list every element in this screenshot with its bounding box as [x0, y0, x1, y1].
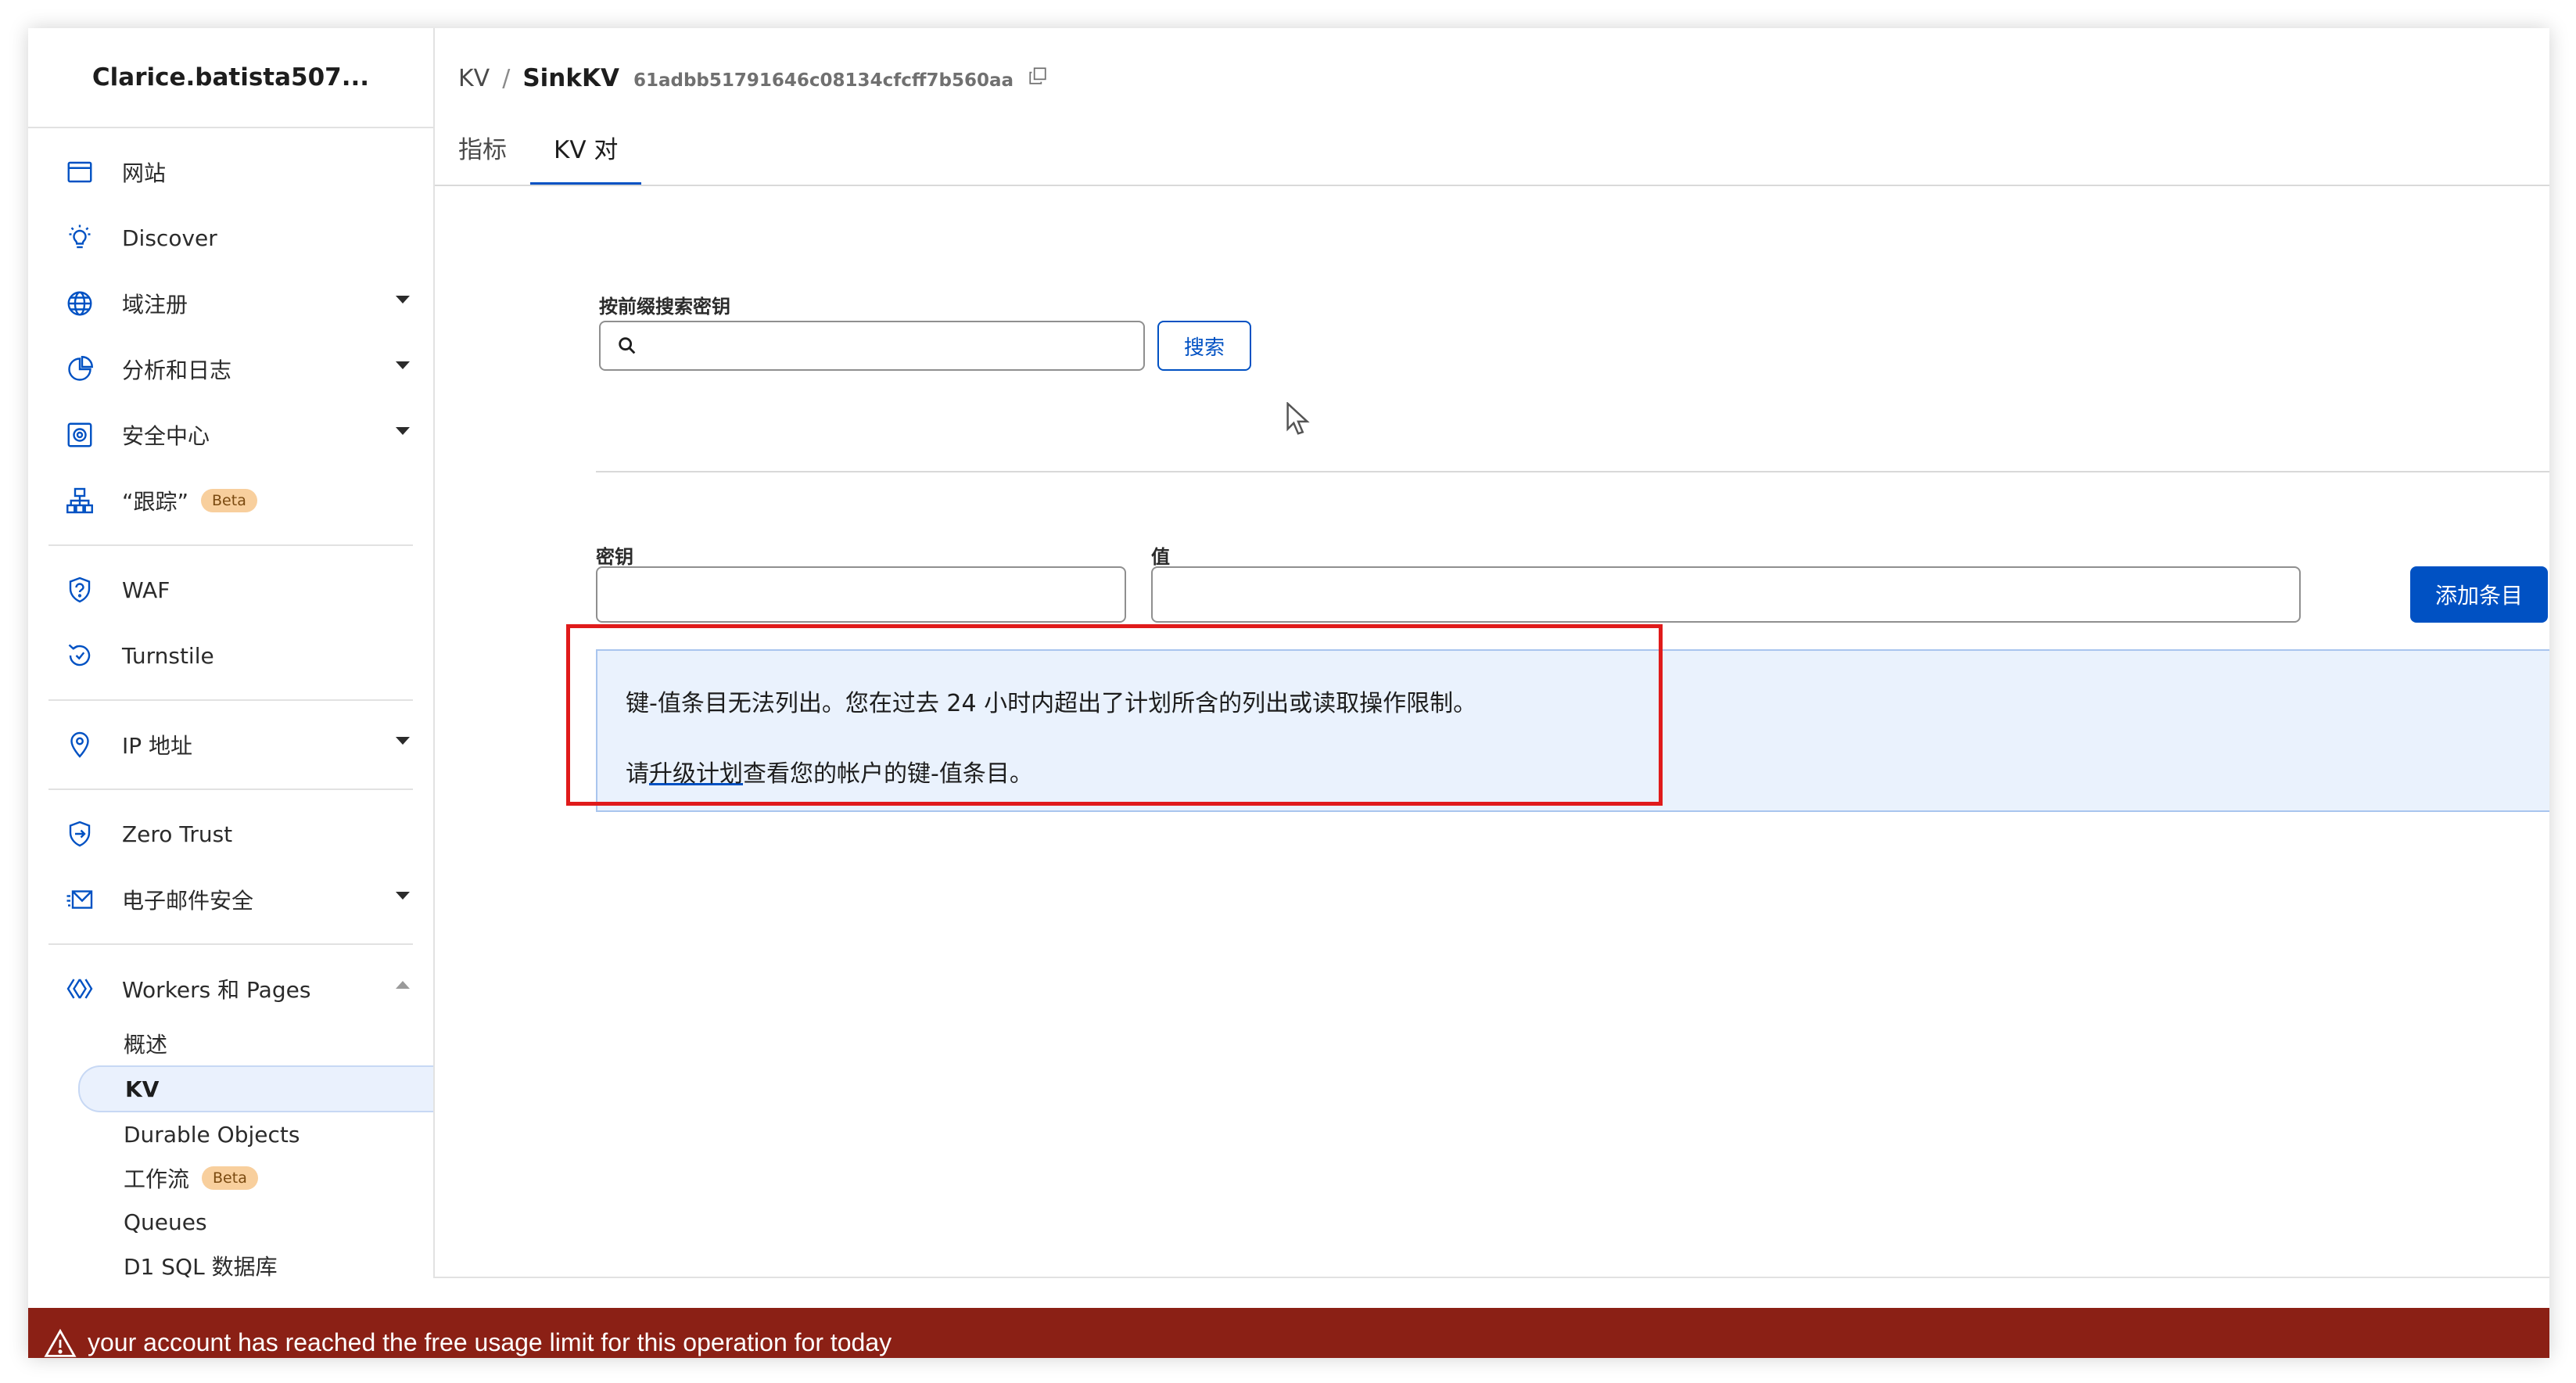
sidebar-item-analytics-logs[interactable]: 分析和日志 — [28, 336, 433, 402]
sidebar-item-label: Workers 和 Pages — [122, 977, 311, 1003]
sidebar-divider — [48, 943, 413, 945]
sidebar-item-waf[interactable]: WAF — [28, 557, 433, 623]
email-icon — [64, 884, 95, 915]
sidebar-item-turnstile[interactable]: Turnstile — [28, 623, 433, 688]
sidebar-item-trace[interactable]: “跟踪” Beta — [28, 468, 433, 533]
namespace-id: 61adbb51791646c08134cfcff7b560aa — [633, 70, 1014, 91]
chevron-down-icon — [396, 737, 410, 745]
sidebar-divider — [48, 699, 413, 701]
tab-metrics[interactable]: 指标 — [458, 130, 530, 185]
waf-shield-icon — [64, 574, 95, 605]
sidebar-subitem-queues[interactable]: Queues — [28, 1200, 433, 1244]
page-title: SinkKV — [522, 64, 619, 92]
sitemap-icon — [64, 485, 95, 516]
sidebar-item-label: 域注册 — [122, 292, 188, 318]
chevron-down-icon — [396, 427, 410, 435]
window-icon — [64, 156, 95, 188]
pie-chart-icon — [64, 354, 95, 385]
sidebar-subitem-label: 概述 — [124, 1032, 168, 1058]
sidebar-item-label: “跟踪” — [122, 489, 189, 515]
value-label: 值 — [1151, 546, 1170, 568]
sidebar-nav-security: WAF Turnstile — [28, 557, 433, 688]
sidebar-item-workers-pages[interactable]: Workers 和 Pages — [28, 956, 433, 1022]
sidebar-divider — [48, 544, 413, 546]
usage-limit-banner: your account has reached the free usage … — [28, 1308, 2549, 1358]
sidebar-item-ip-addresses[interactable]: IP 地址 — [28, 712, 433, 778]
sidebar-item-domain-registration[interactable]: 域注册 — [28, 271, 433, 336]
sidebar-divider — [48, 788, 413, 790]
sidebar-subitem-label: D1 SQL 数据库 — [124, 1254, 278, 1278]
lightbulb-icon — [64, 222, 95, 253]
app-window: Clarice.batista507... 网站 Discover 域注册 分析… — [28, 28, 2549, 1358]
sidebar-item-label: 网站 — [122, 160, 167, 186]
globe-icon — [64, 288, 95, 319]
sidebar-subitem-label: Durable Objects — [124, 1121, 300, 1148]
sidebar-subitem-durable-objects[interactable]: Durable Objects — [28, 1112, 433, 1156]
add-entry-button[interactable]: 添加条目 — [2410, 566, 2548, 623]
sidebar-item-label: Discover — [122, 225, 217, 251]
value-input[interactable] — [1151, 566, 2301, 623]
chevron-up-icon — [396, 981, 410, 989]
sidebar-subitem-label: Queues — [124, 1209, 207, 1235]
sidebar-item-label: WAF — [122, 577, 170, 603]
sidebar-item-label: 安全中心 — [122, 423, 210, 449]
key-label: 密钥 — [596, 546, 633, 568]
annotation-highlight-box — [566, 624, 1663, 806]
copy-icon[interactable] — [1028, 66, 1048, 86]
breadcrumb-separator: / — [502, 65, 511, 92]
key-input[interactable] — [596, 566, 1126, 623]
main-content: KV / SinkKV 61adbb51791646c08134cfcff7b5… — [435, 28, 2549, 1278]
tab-kv-pairs[interactable]: KV 对 — [530, 130, 642, 185]
sidebar-nav: 网站 Discover 域注册 分析和日志 安全中心 “跟踪” Beta — [28, 139, 433, 533]
sidebar-item-label: 电子邮件安全 — [122, 888, 254, 914]
sidebar: Clarice.batista507... 网站 Discover 域注册 分析… — [28, 28, 435, 1278]
refresh-icon — [64, 640, 95, 671]
chevron-down-icon — [396, 892, 410, 900]
sidebar-item-label: Zero Trust — [122, 821, 233, 847]
beta-badge: Beta — [201, 489, 257, 512]
location-pin-icon — [64, 729, 95, 760]
sidebar-nav-zero-trust: Zero Trust 电子邮件安全 — [28, 801, 433, 932]
account-name[interactable]: Clarice.batista507... — [28, 28, 433, 128]
sidebar-item-label: 分析和日志 — [122, 357, 232, 383]
sidebar-subitem-label: KV — [125, 1076, 160, 1102]
tab-bar: 指标 KV 对 — [458, 130, 642, 185]
banner-message: your account has reached the free usage … — [88, 1328, 892, 1356]
tabs-divider — [435, 185, 2549, 186]
search-field[interactable] — [599, 321, 1145, 371]
sidebar-subitem-overview[interactable]: 概述 — [28, 1022, 433, 1065]
sidebar-item-discover[interactable]: Discover — [28, 205, 433, 271]
search-input[interactable] — [648, 332, 1120, 359]
sidebar-subitem-workflows[interactable]: 工作流 Beta — [28, 1156, 433, 1200]
workers-submenu: 概述 KV Durable Objects 工作流 Beta Queues D1 … — [28, 1022, 433, 1278]
sidebar-subitem-label: 工作流 — [124, 1166, 190, 1192]
sidebar-item-email-security[interactable]: 电子邮件安全 — [28, 867, 433, 932]
shield-gear-icon — [64, 419, 95, 451]
warning-icon — [44, 1328, 77, 1357]
sidebar-subitem-d1[interactable]: D1 SQL 数据库 — [28, 1244, 433, 1278]
search-label: 按前缀搜索密钥 — [599, 296, 730, 318]
sidebar-item-security-center[interactable]: 安全中心 — [28, 402, 433, 468]
breadcrumb: KV / SinkKV 61adbb51791646c08134cfcff7b5… — [458, 64, 1048, 92]
sidebar-item-websites[interactable]: 网站 — [28, 139, 433, 205]
chevron-down-icon — [396, 361, 410, 369]
sidebar-item-label: IP 地址 — [122, 733, 193, 759]
search-button[interactable]: 搜索 — [1157, 321, 1251, 371]
sidebar-nav-ip: IP 地址 — [28, 712, 433, 778]
breadcrumb-root-link[interactable]: KV — [458, 65, 490, 92]
beta-badge: Beta — [202, 1166, 258, 1190]
workers-icon — [64, 973, 95, 1004]
footer-divider — [435, 1277, 2549, 1278]
search-icon — [619, 337, 636, 354]
chevron-down-icon — [396, 296, 410, 304]
sidebar-item-label: Turnstile — [122, 642, 214, 669]
mouse-cursor-icon — [1286, 402, 1310, 435]
zero-trust-icon — [64, 818, 95, 850]
sidebar-item-zero-trust[interactable]: Zero Trust — [28, 801, 433, 867]
sidebar-subitem-kv[interactable]: KV — [78, 1065, 433, 1112]
sidebar-nav-workers: Workers 和 Pages — [28, 956, 433, 1022]
section-divider — [596, 471, 2549, 472]
